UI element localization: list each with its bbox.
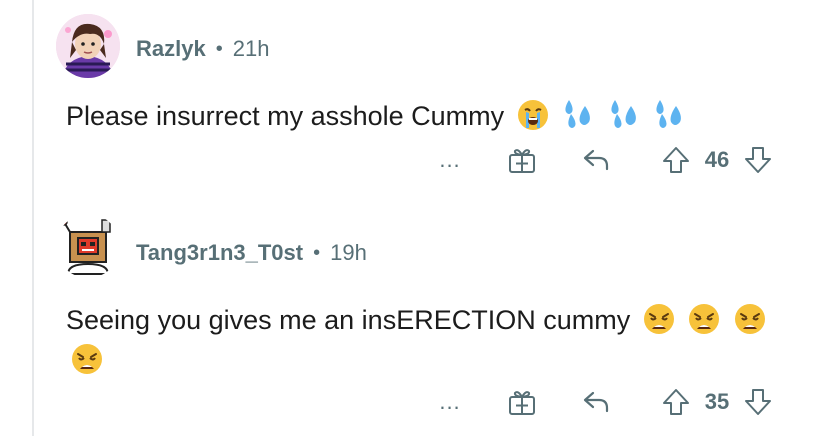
weary-face-emoji	[642, 302, 676, 336]
downvote-arrow-icon	[745, 147, 771, 173]
sweat-droplets-emoji	[561, 98, 595, 132]
vote-score: 35	[704, 389, 730, 414]
vote-controls: 46	[656, 140, 778, 180]
weary-face-emoji	[733, 302, 767, 336]
gift-icon	[509, 391, 535, 415]
loudly-crying-face-emoji	[516, 98, 550, 132]
vote-controls: 35	[656, 382, 778, 422]
comment-text: Seeing you gives me an insERECTION cummy	[66, 305, 631, 335]
comment: Tang3r1n3_T0st • 19h Seeing you gives me…	[0, 200, 828, 436]
downvote-arrow-icon	[745, 389, 771, 415]
comment: Razlyk • 21h Please insurrect my asshole…	[0, 0, 828, 200]
upvote-button[interactable]	[656, 382, 696, 422]
comment-text: Please insurrect my asshole Cummy	[66, 101, 505, 131]
weary-face-emoji	[687, 302, 721, 336]
sweat-droplets-emoji	[607, 98, 641, 132]
comment-actions: ... 46	[430, 140, 778, 180]
more-options-button[interactable]: ...	[430, 382, 470, 422]
upvote-arrow-icon	[663, 147, 689, 173]
reply-arrow-icon	[583, 149, 609, 171]
comment-actions: ... 35	[430, 382, 778, 422]
reply-arrow-icon	[583, 391, 609, 413]
comment-body: Please insurrect my asshole Cummy	[66, 96, 788, 136]
avatar[interactable]	[56, 214, 120, 278]
timestamp[interactable]: 21h	[233, 36, 270, 62]
reply-button[interactable]	[576, 382, 616, 422]
vote-score: 46	[704, 147, 730, 172]
reply-button[interactable]	[576, 140, 616, 180]
username[interactable]: Razlyk	[136, 36, 206, 62]
timestamp[interactable]: 19h	[330, 240, 367, 266]
comment-meta: Razlyk • 21h	[136, 36, 269, 62]
separator-dot: •	[215, 37, 223, 60]
comment-body: Seeing you gives me an insERECTION cummy	[66, 300, 788, 380]
award-button[interactable]	[502, 140, 542, 180]
avatar[interactable]	[56, 14, 120, 78]
gift-icon	[509, 149, 535, 173]
separator-dot: •	[313, 241, 321, 264]
more-options-button[interactable]: ...	[430, 140, 470, 180]
award-button[interactable]	[502, 382, 542, 422]
comment-meta: Tang3r1n3_T0st • 19h	[136, 240, 367, 266]
downvote-button[interactable]	[738, 140, 778, 180]
downvote-button[interactable]	[738, 382, 778, 422]
username[interactable]: Tang3r1n3_T0st	[136, 240, 303, 266]
upvote-arrow-icon	[663, 389, 689, 415]
sweat-droplets-emoji	[652, 98, 686, 132]
upvote-button[interactable]	[656, 140, 696, 180]
weary-face-emoji	[70, 342, 104, 376]
